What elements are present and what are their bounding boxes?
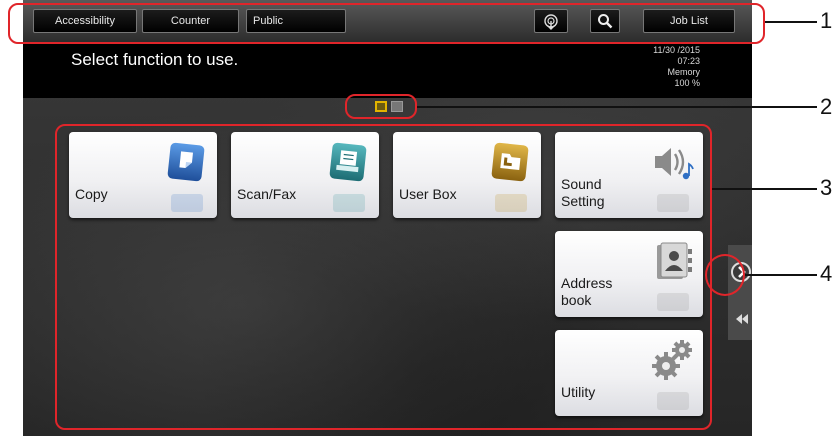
date-text: 11/30 /2015 [653,45,700,55]
callout-1-outline [8,3,765,44]
callout-3-outline [55,124,712,430]
callout-number-4: 4 [820,261,833,286]
callout-1-leader [765,21,817,23]
callout-number-1: 1 [820,8,833,33]
callout-2-leader [417,106,817,108]
memory-value: 100 % [674,78,700,88]
callout-number-2: 2 [820,94,833,119]
status-readout: 11/30 /2015 07:23 Memory 100 % [580,45,700,89]
callout-2-outline [345,94,417,119]
callout-number-3: 3 [820,175,833,200]
double-left-arrow-icon [736,314,748,324]
instruction-text: Select function to use. [71,50,239,69]
message-bar: Select function to use. 11/30 /2015 07:2… [23,44,752,98]
collapse-panel-button[interactable] [733,310,751,328]
memory-label: Memory [667,67,700,77]
callout-4-leader [745,274,817,276]
callout-4-outline [705,254,745,296]
time-text: 07:23 [677,56,700,66]
callout-3-leader [712,188,817,190]
